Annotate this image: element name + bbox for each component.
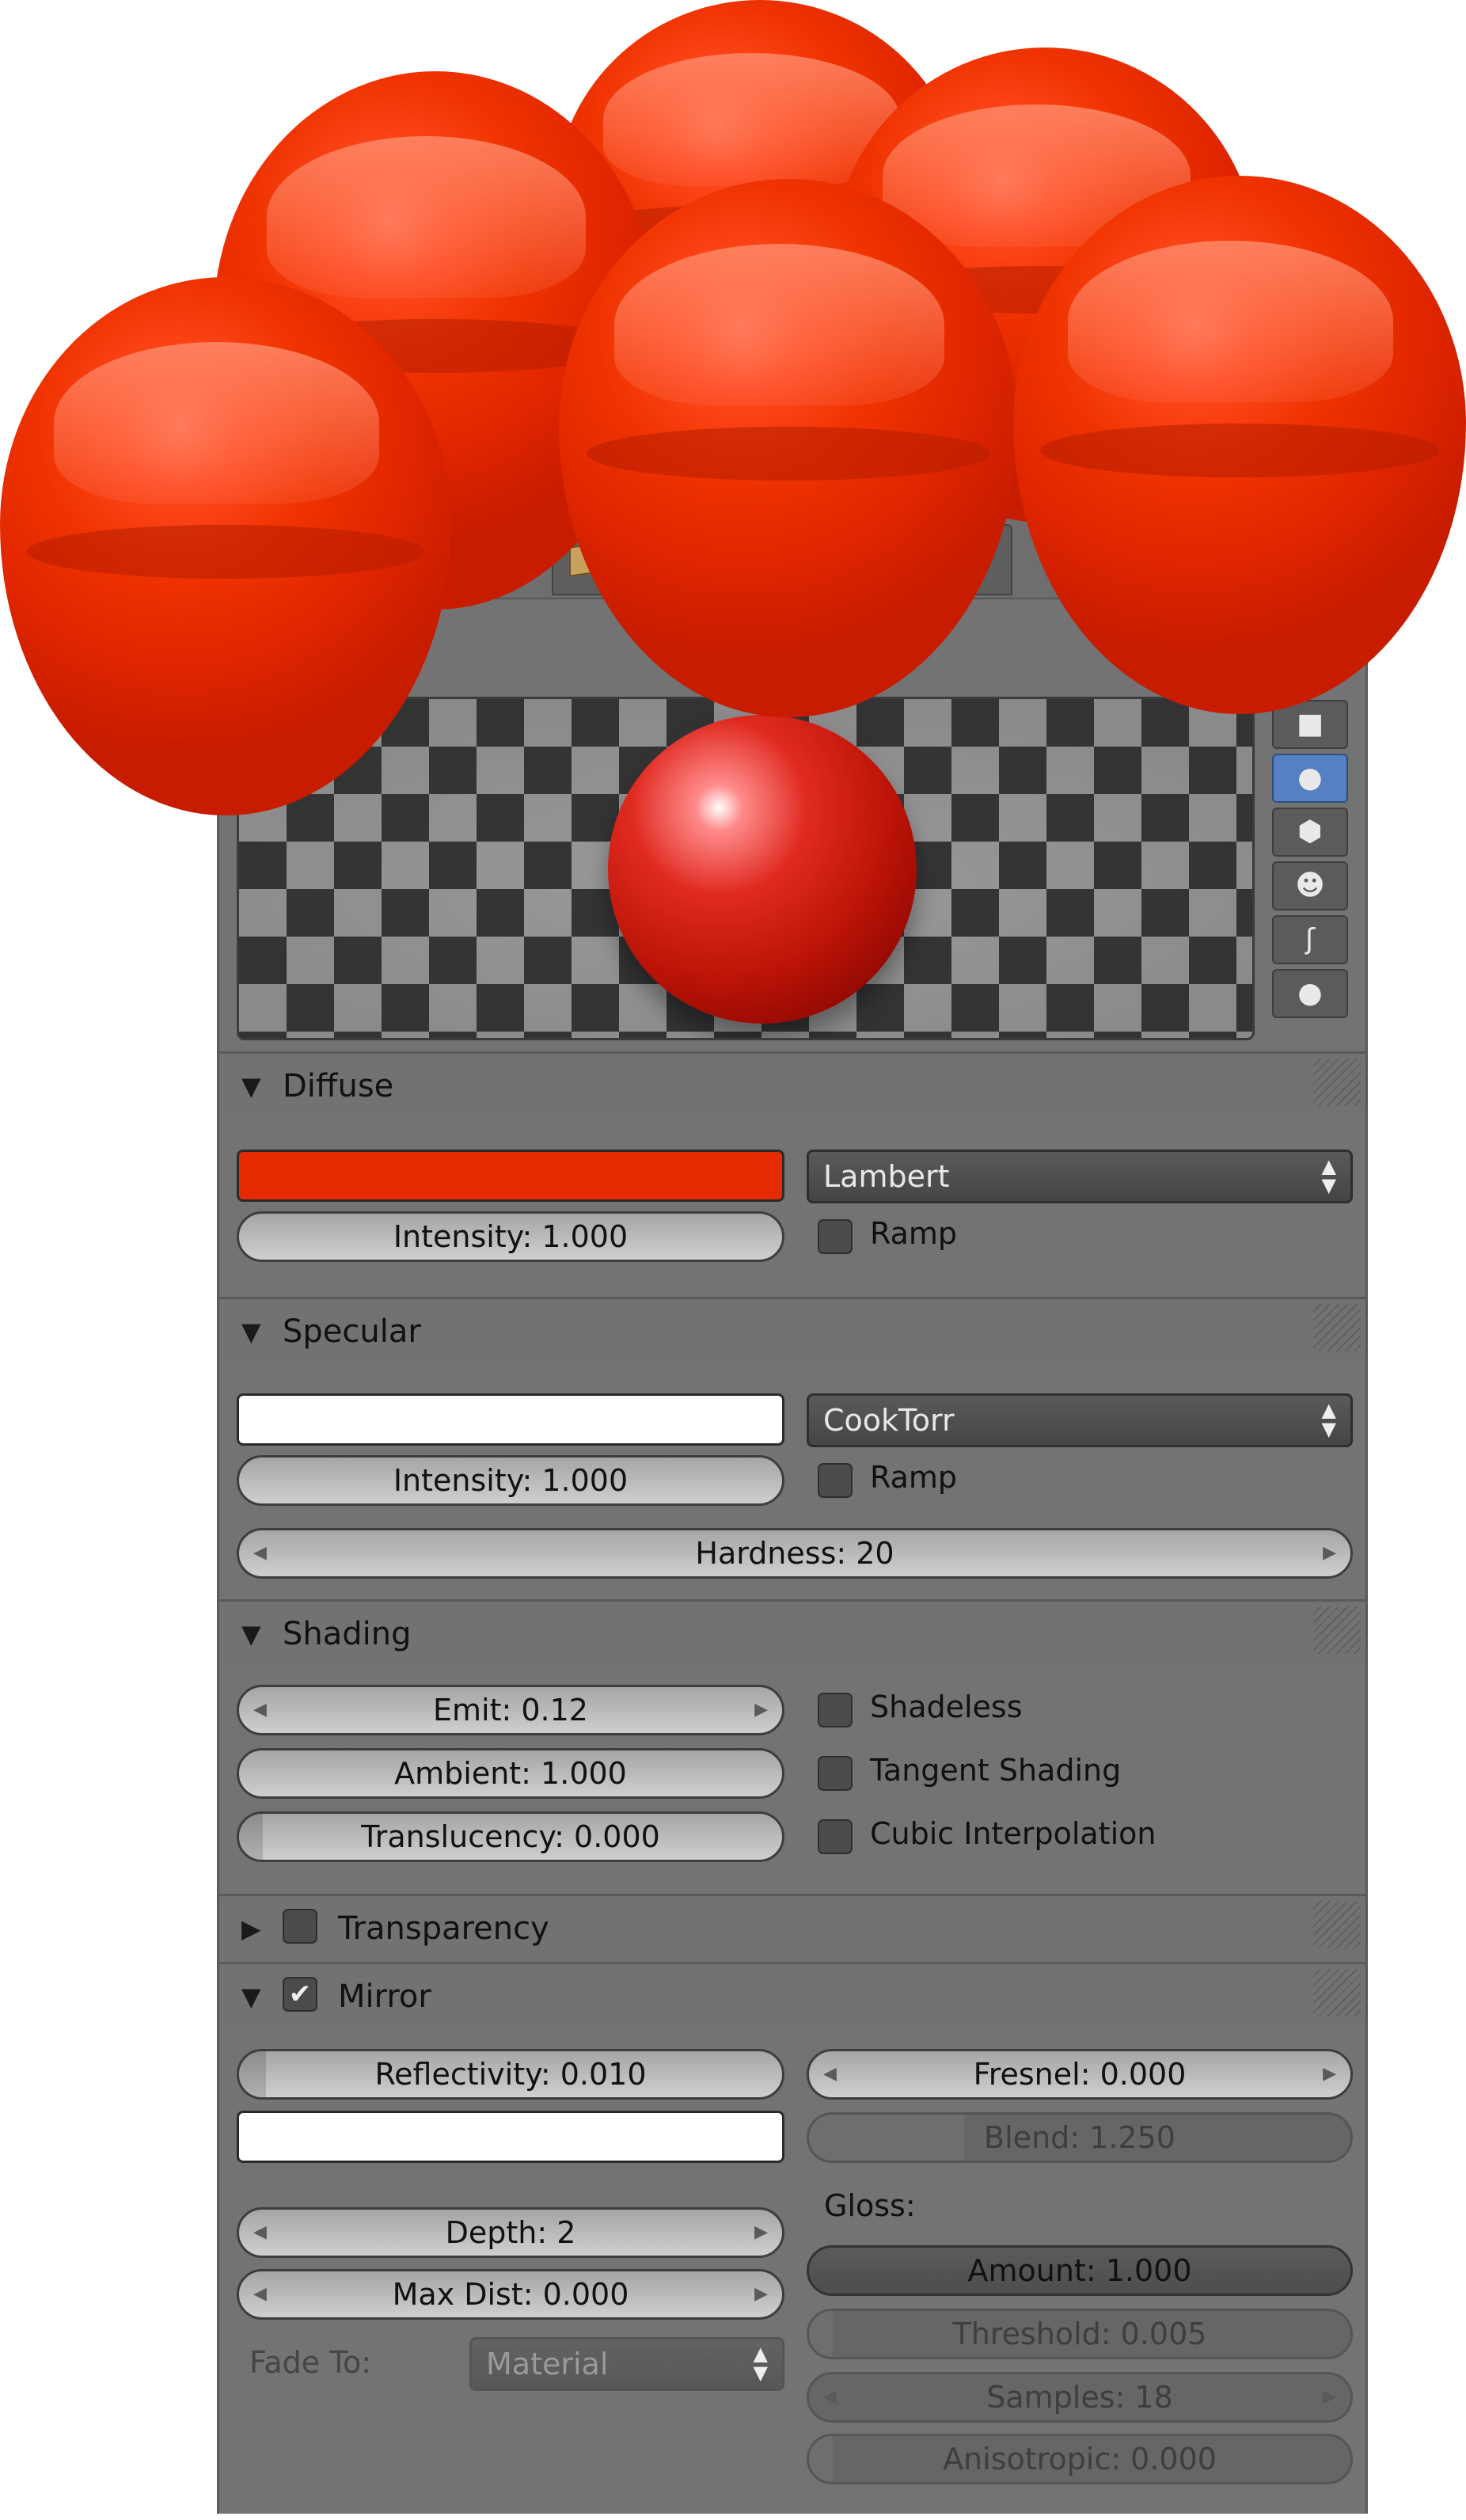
preview-sphere-button[interactable]: ● <box>1272 754 1348 803</box>
preview-cube-button[interactable]: ⬢ <box>1272 808 1348 857</box>
shading-header[interactable]: ▼ Shading <box>219 1599 1365 1666</box>
mirror-color-swatch[interactable] <box>237 2111 784 2163</box>
gloss-samples-field: ◀ Samples: 18 ▶ <box>807 2372 1353 2423</box>
decrement-arrow-icon[interactable]: ◀ <box>253 1687 267 1733</box>
fresnel-field[interactable]: ◀ Fresnel: 0.000 ▶ <box>807 2049 1353 2100</box>
transparency-header[interactable]: ▶ Transparency <box>219 1894 1365 1960</box>
tangent-shading-checkbox[interactable] <box>818 1756 853 1791</box>
reflectivity-field[interactable]: Reflectivity: 0.010 <box>237 2049 784 2100</box>
emit-field[interactable]: ◀ Emit: 0.12 ▶ <box>237 1685 784 1735</box>
sphere-icon: ● <box>1297 762 1323 794</box>
updown-arrows-icon: ▲ ▼ <box>1321 1155 1336 1196</box>
diffuse-color-swatch[interactable] <box>237 1150 784 1202</box>
gloss-amount-field[interactable]: Amount: 1.000 <box>807 2245 1353 2296</box>
preview-sphere <box>608 715 917 1024</box>
increment-arrow-icon[interactable]: ▶ <box>754 1687 768 1733</box>
transparency-title: Transparency <box>338 1910 549 1947</box>
increment-arrow-icon[interactable]: ▶ <box>1323 2051 1336 2097</box>
diffuse-ramp-checkbox[interactable] <box>818 1219 853 1254</box>
drag-grip-icon[interactable] <box>1313 1059 1361 1106</box>
increment-arrow-icon[interactable]: ▶ <box>1323 1530 1336 1576</box>
updown-arrows-icon: ▲ ▼ <box>1321 1399 1336 1440</box>
decrement-arrow-icon[interactable]: ◀ <box>253 2271 267 2317</box>
drag-grip-icon[interactable] <box>1313 1606 1361 1654</box>
updown-arrows-icon: ▲ ▼ <box>753 2343 768 2384</box>
diffuse-shader-dropdown[interactable]: Lambert ▲ ▼ <box>807 1150 1353 1203</box>
increment-arrow-icon: ▶ <box>1323 2387 1336 2407</box>
fade-to-dropdown: Material ▲ ▼ <box>469 2337 784 2391</box>
expand-triangle-icon: ▼ <box>241 1982 261 2012</box>
decrement-arrow-icon[interactable]: ◀ <box>823 2051 837 2097</box>
transparency-checkbox[interactable] <box>283 1909 317 1944</box>
cubic-interpolation-checkbox[interactable] <box>818 1819 853 1854</box>
drag-grip-icon[interactable] <box>1313 1304 1361 1351</box>
increment-arrow-icon[interactable]: ▶ <box>754 2271 768 2317</box>
expand-triangle-icon: ▼ <box>241 1071 261 1101</box>
fade-to-label: Fade To: <box>249 2345 372 2380</box>
translucency-field[interactable]: Translucency: 0.000 <box>237 1811 784 1862</box>
collapse-triangle-icon: ▶ <box>241 1914 261 1944</box>
specular-color-swatch[interactable] <box>237 1393 784 1446</box>
diffuse-ramp-label: Ramp <box>870 1216 957 1251</box>
blend-field: Blend: 1.250 <box>807 2112 1353 2163</box>
specular-hardness-slider[interactable]: ◀ Hardness: 20 ▶ <box>237 1528 1353 1579</box>
depth-field[interactable]: ◀ Depth: 2 ▶ <box>237 2207 784 2258</box>
mirror-title: Mirror <box>338 1978 431 2015</box>
decrement-arrow-icon[interactable]: ◀ <box>253 2210 267 2256</box>
shading-title: Shading <box>283 1616 412 1652</box>
specular-title: Specular <box>283 1313 421 1350</box>
diffuse-header[interactable]: ▼ Diffuse <box>219 1051 1365 1118</box>
sky-icon: ● <box>1297 977 1323 1009</box>
increment-arrow-icon[interactable]: ▶ <box>754 2210 768 2256</box>
gloss-anisotropic-field: Anisotropic: 0.000 <box>807 2434 1353 2484</box>
ambient-field[interactable]: Ambient: 1.000 <box>237 1748 784 1799</box>
checkmark-icon: ✔ <box>288 1978 312 2010</box>
drag-grip-icon[interactable] <box>1313 1969 1361 2016</box>
shadeless-checkbox[interactable] <box>818 1693 853 1728</box>
mirror-checkbox[interactable]: ✔ <box>283 1977 317 2012</box>
hair-icon: ʃ <box>1305 923 1316 956</box>
diffuse-intensity-field[interactable]: Intensity: 1.000 <box>237 1211 784 1262</box>
shadeless-label: Shadeless <box>870 1690 1023 1724</box>
material-preview <box>237 697 1255 1040</box>
specular-intensity-field[interactable]: Intensity: 1.000 <box>237 1455 784 1506</box>
specular-ramp-label: Ramp <box>870 1460 957 1495</box>
specular-shader-dropdown[interactable]: CookTorr ▲ ▼ <box>807 1393 1353 1447</box>
expand-triangle-icon: ▼ <box>241 1619 261 1649</box>
diffuse-shader-value: Lambert <box>823 1159 950 1194</box>
cubic-interpolation-label: Cubic Interpolation <box>870 1816 1156 1851</box>
drag-grip-icon[interactable] <box>1313 1901 1361 1948</box>
gloss-threshold-field: Threshold: 0.005 <box>807 2309 1353 2359</box>
preview-sky-button[interactable]: ● <box>1272 969 1348 1018</box>
monkey-icon: ☻ <box>1295 869 1325 902</box>
gloss-label: Gloss: <box>824 2188 916 2223</box>
specular-shader-value: CookTorr <box>823 1403 955 1438</box>
plane-icon: ■ <box>1296 708 1324 740</box>
mirror-header[interactable]: ▼ ✔ Mirror <box>219 1962 1365 2028</box>
specular-header[interactable]: ▼ Specular <box>219 1297 1365 1363</box>
preview-monkey-button[interactable]: ☻ <box>1272 861 1348 910</box>
max-dist-field[interactable]: ◀ Max Dist: 0.000 ▶ <box>237 2269 784 2320</box>
tangent-shading-label: Tangent Shading <box>870 1753 1122 1788</box>
decrement-arrow-icon[interactable]: ◀ <box>253 1530 267 1576</box>
preview-hair-button[interactable]: ʃ <box>1272 915 1348 964</box>
cube-icon: ⬢ <box>1297 815 1323 848</box>
fade-to-value: Material <box>486 2347 609 2381</box>
diffuse-title: Diffuse <box>283 1068 394 1104</box>
expand-triangle-icon: ▼ <box>241 1317 261 1347</box>
material-properties-panel: ■ ● ⬢ ☻ ʃ ● ▼ Diffuse Lambert ▲ ▼ Intensi… <box>217 475 1368 2514</box>
specular-ramp-checkbox[interactable] <box>818 1463 853 1498</box>
decrement-arrow-icon: ◀ <box>823 2387 837 2407</box>
